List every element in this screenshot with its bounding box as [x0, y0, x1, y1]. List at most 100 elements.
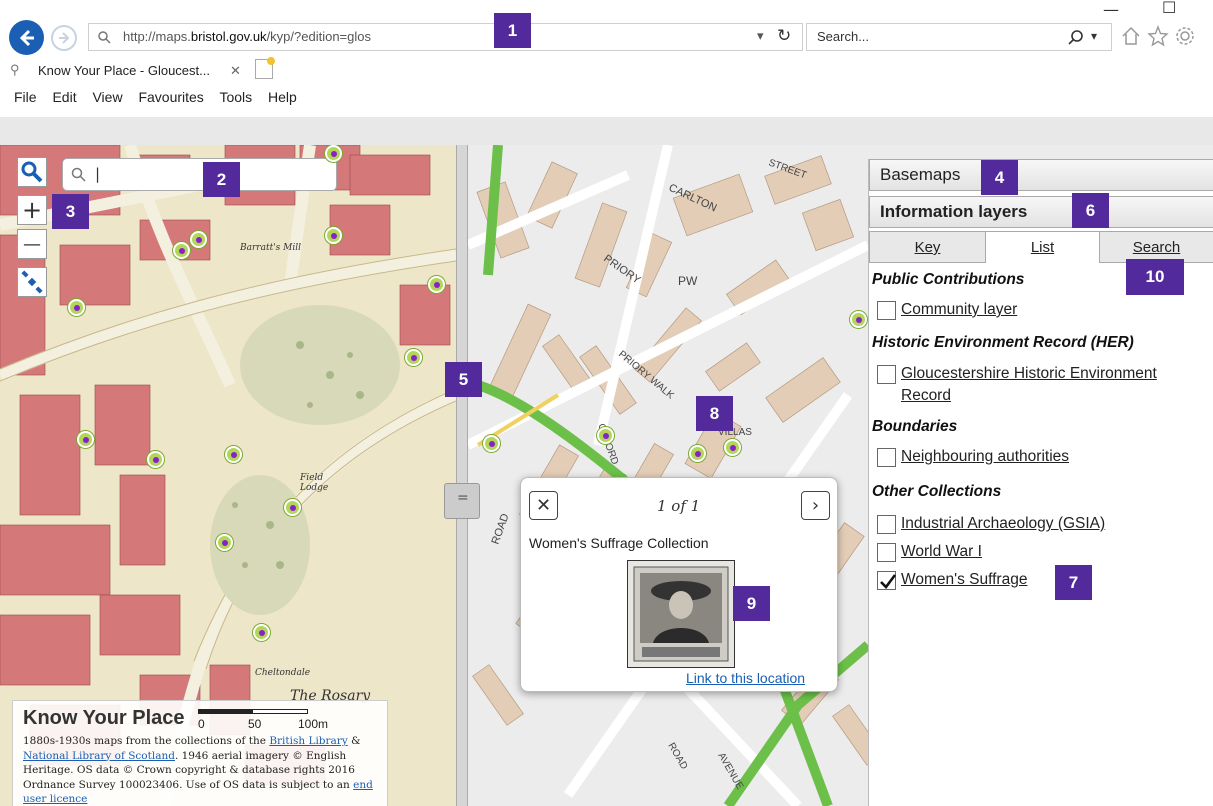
- chevron-right-icon: ›: [811, 495, 820, 516]
- favorites-star-icon[interactable]: [1147, 25, 1169, 47]
- nls-link[interactable]: National Library of Scotland: [23, 750, 175, 762]
- layer-gher[interactable]: Gloucestershire Historic Environment Reco…: [877, 363, 1157, 407]
- map-split-divider[interactable]: [456, 145, 468, 806]
- map-marker[interactable]: [216, 534, 233, 551]
- map-marker[interactable]: [190, 231, 207, 248]
- layer-community[interactable]: Community layer: [877, 299, 1017, 321]
- browser-tab[interactable]: ⚲ Know Your Place - Gloucest... ✕: [8, 60, 248, 84]
- zoom-out-label: —: [23, 233, 41, 255]
- suffrage-photo[interactable]: [627, 560, 735, 668]
- ww1-checkbox[interactable]: [877, 543, 896, 562]
- historic-map-pane[interactable]: Field Lodge Cheltondale The Rosary Barra…: [0, 145, 456, 806]
- section-other-collections: Other Collections: [872, 483, 1002, 500]
- map-marker[interactable]: [147, 451, 164, 468]
- svg-text:Lodge: Lodge: [299, 483, 328, 493]
- search-icon: [1068, 30, 1083, 45]
- community-checkbox[interactable]: [877, 301, 896, 320]
- menu-view[interactable]: View: [92, 89, 122, 105]
- maximize-icon[interactable]: ☐: [1162, 0, 1176, 17]
- map-marker[interactable]: [597, 427, 614, 444]
- gsia-checkbox[interactable]: [877, 515, 896, 534]
- map-marker[interactable]: [405, 349, 422, 366]
- search-placeholder: Search...: [817, 29, 870, 44]
- badge-6: 6: [1072, 193, 1109, 228]
- map-marker[interactable]: [724, 439, 741, 456]
- british-library-link[interactable]: British Library: [269, 735, 347, 747]
- zoom-in-button[interactable]: +: [17, 195, 47, 225]
- badge-7: 7: [1055, 565, 1092, 600]
- tab-list[interactable]: List: [986, 231, 1099, 263]
- map-marker[interactable]: [325, 227, 342, 244]
- zoom-out-button[interactable]: —: [17, 229, 47, 259]
- tab-close-icon[interactable]: ✕: [230, 63, 241, 79]
- browser-chrome: — ☐ http://maps.bristol.gov.uk/kyp/?edit…: [0, 0, 1213, 145]
- information-layers-header[interactable]: Information layers: [869, 196, 1213, 228]
- popup-close-button[interactable]: ✕: [529, 491, 558, 520]
- page-icon: [98, 31, 111, 44]
- badge-4: 4: [981, 160, 1018, 195]
- split-handle[interactable]: =: [444, 483, 480, 519]
- address-bar[interactable]: http://maps.bristol.gov.uk/kyp/?edition=…: [88, 23, 803, 51]
- map-marker[interactable]: [850, 311, 867, 328]
- back-button[interactable]: [9, 20, 44, 55]
- map-marker[interactable]: [225, 446, 242, 463]
- layer-suffrage[interactable]: Women's Suffrage: [877, 569, 1027, 591]
- forward-arrow-icon: [59, 32, 70, 44]
- browser-search-box[interactable]: Search... ▾: [806, 23, 1112, 51]
- basemaps-header[interactable]: Basemaps: [869, 159, 1213, 191]
- badge-8: 8: [696, 396, 733, 431]
- link-to-location[interactable]: Link to this location: [686, 670, 805, 686]
- address-url: http://maps.bristol.gov.uk/kyp/?edition=…: [123, 29, 371, 44]
- layer-neighbouring[interactable]: Neighbouring authorities: [877, 446, 1069, 468]
- satellite-layer-button[interactable]: [17, 267, 47, 297]
- map-marker[interactable]: [77, 431, 94, 448]
- map-marker[interactable]: [253, 624, 270, 641]
- map-marker[interactable]: [284, 499, 301, 516]
- map-marker[interactable]: [325, 145, 342, 162]
- tab-key[interactable]: Key: [869, 231, 986, 263]
- neighbouring-checkbox[interactable]: [877, 448, 896, 467]
- attribution-text: 1880s-1930s maps from the collections of…: [23, 735, 373, 805]
- menu-edit[interactable]: Edit: [52, 89, 76, 105]
- tab-title: Know Your Place - Gloucest...: [38, 63, 210, 78]
- minimize-icon[interactable]: —: [1103, 0, 1119, 19]
- map-marker[interactable]: [689, 445, 706, 462]
- menu-favourites[interactable]: Favourites: [138, 89, 203, 105]
- badge-2: 2: [203, 162, 240, 197]
- portrait-image: [633, 566, 729, 662]
- home-icon[interactable]: [1120, 25, 1142, 47]
- forward-button[interactable]: [51, 25, 77, 51]
- map-marker[interactable]: [68, 299, 85, 316]
- layer-gsia[interactable]: Industrial Archaeology (GSIA): [877, 513, 1105, 535]
- map-area: Field Lodge Cheltondale The Rosary Barra…: [0, 145, 1213, 806]
- map-marker[interactable]: [483, 435, 500, 452]
- new-tab-button[interactable]: [255, 57, 275, 79]
- search-icon: [71, 167, 86, 182]
- map-marker[interactable]: [428, 276, 445, 293]
- settings-gear-icon[interactable]: [1174, 25, 1196, 47]
- popup-count: 1 of 1: [657, 497, 701, 515]
- refresh-icon[interactable]: ↻: [777, 26, 791, 46]
- scale-0: 0: [198, 717, 205, 731]
- layers-panel: Basemaps Information layers Key List Sea…: [868, 159, 1213, 806]
- map-marker[interactable]: [173, 242, 190, 259]
- popup-next-button[interactable]: ›: [801, 491, 830, 520]
- section-public-contributions: Public Contributions: [872, 271, 1025, 288]
- map-attribution: Know Your Place 0 50 100m 1880s-1930s ma…: [12, 700, 388, 806]
- dropdown-icon[interactable]: ▾: [757, 29, 764, 44]
- menu-help[interactable]: Help: [268, 89, 297, 105]
- layer-ww1[interactable]: World War I: [877, 541, 982, 563]
- svg-text:Field: Field: [299, 473, 323, 483]
- scale-50: 50: [248, 717, 262, 731]
- map-search-toggle[interactable]: [17, 157, 47, 187]
- badge-10: 10: [1126, 259, 1184, 295]
- checkmark-icon: [880, 574, 897, 589]
- svg-text:Cheltondale: Cheltondale: [255, 668, 310, 678]
- menu-tools[interactable]: Tools: [219, 89, 252, 105]
- search-dropdown-icon[interactable]: ▾: [1091, 29, 1097, 43]
- map-search-input[interactable]: |: [62, 158, 337, 191]
- svg-text:Barratt's Mill: Barratt's Mill: [239, 243, 301, 253]
- gher-checkbox[interactable]: [877, 365, 896, 384]
- menu-file[interactable]: File: [14, 89, 37, 105]
- suffrage-checkbox[interactable]: [877, 571, 897, 590]
